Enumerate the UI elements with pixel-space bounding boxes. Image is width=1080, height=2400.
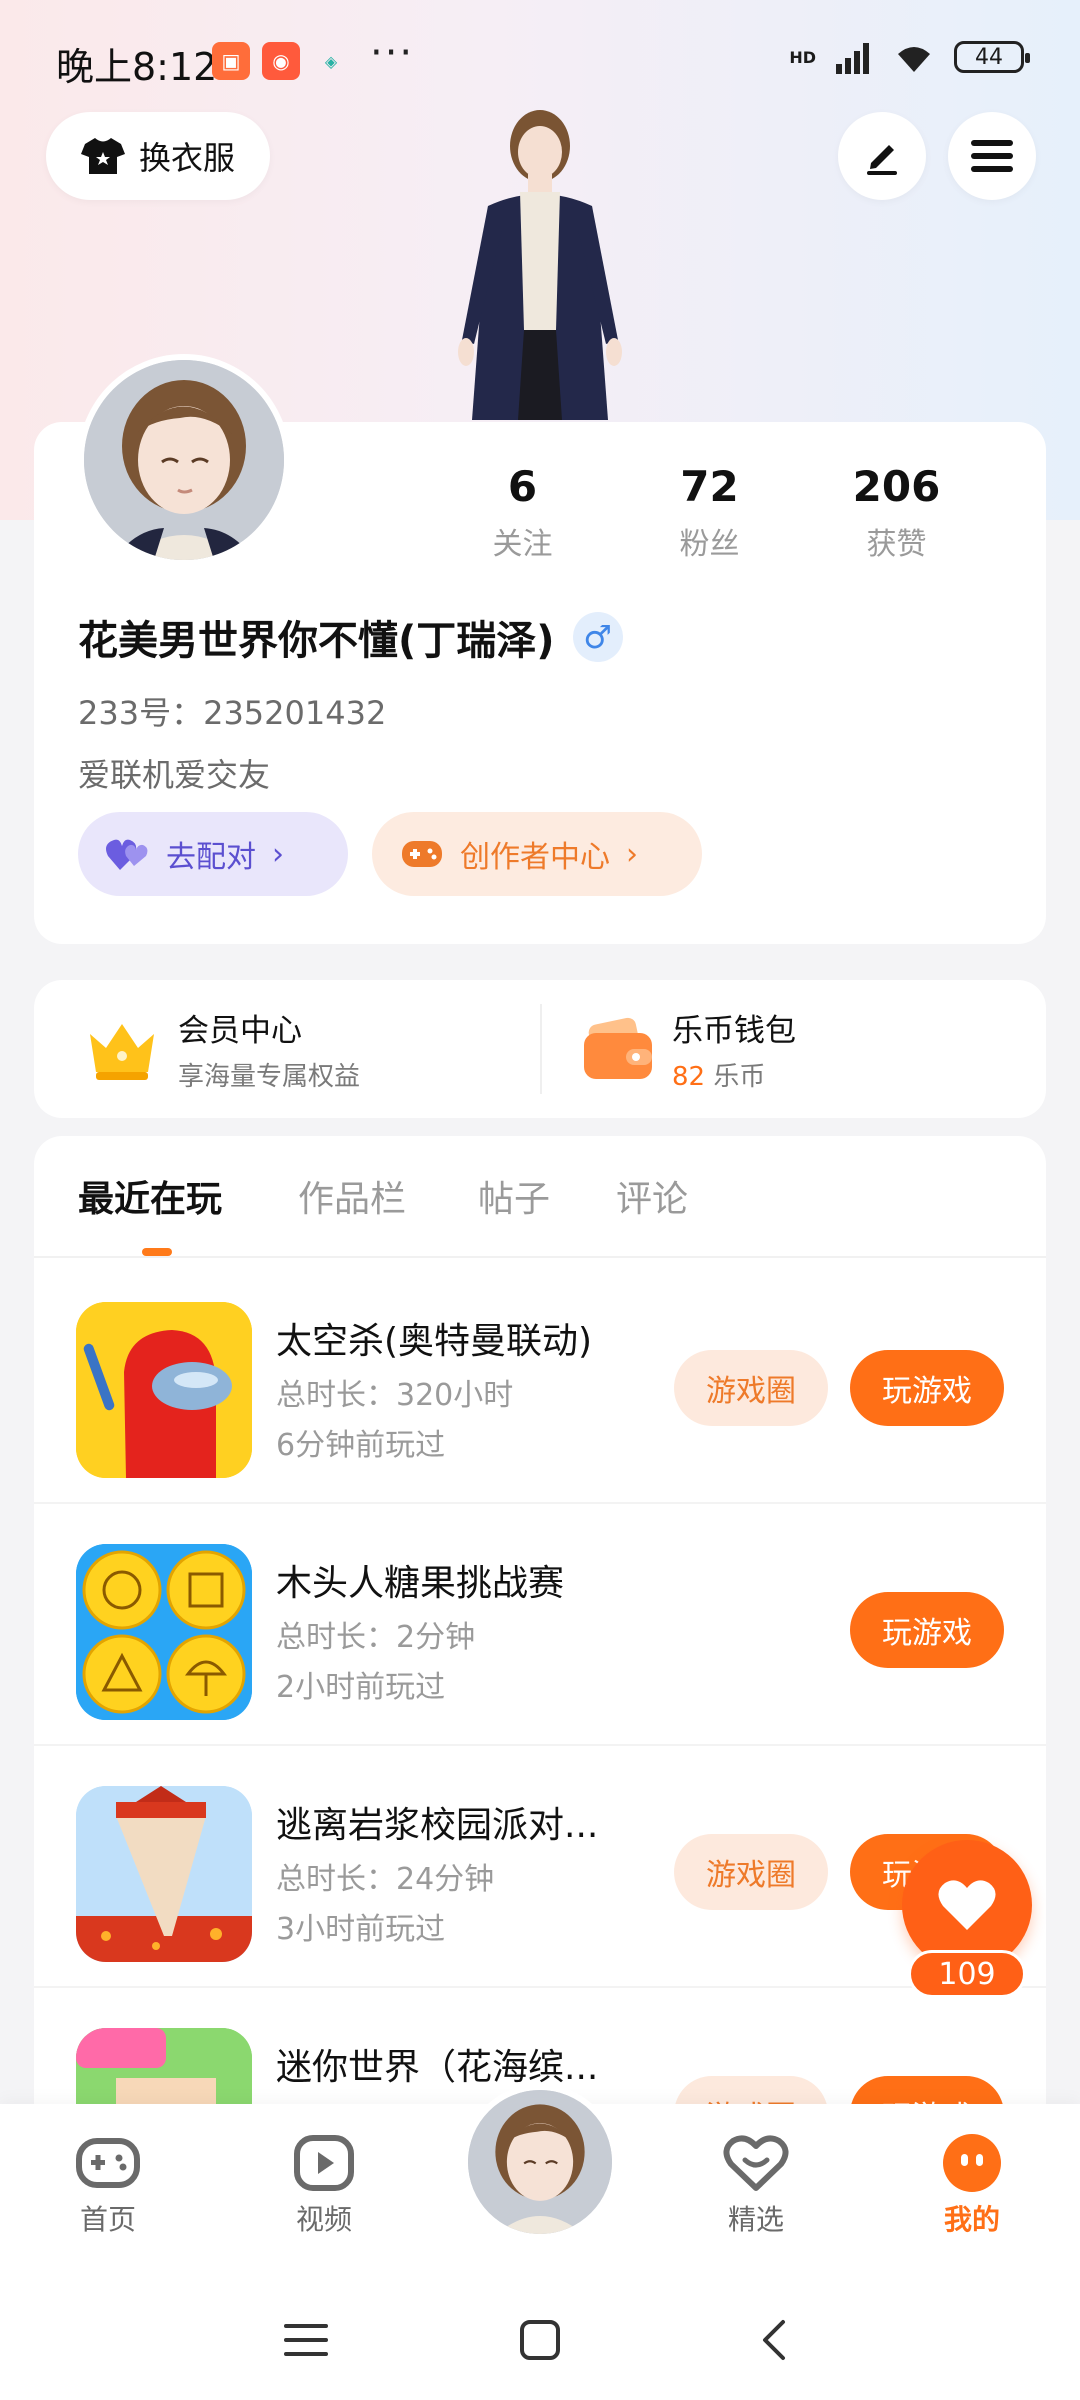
profile-stats: 6 关注 72 粉丝 206 获赞 bbox=[429, 462, 990, 563]
hearts-icon bbox=[106, 839, 148, 870]
network-hd-label: HD bbox=[789, 47, 816, 67]
tab-works[interactable]: 作品栏 bbox=[298, 1170, 406, 1222]
more-notifications-icon: ··· bbox=[370, 30, 415, 76]
active-tab-indicator bbox=[142, 1248, 172, 1256]
game-duration: 总时长：320小时 bbox=[276, 1378, 514, 1413]
tab-comments[interactable]: 评论 bbox=[616, 1170, 688, 1222]
avatar-image bbox=[468, 2090, 612, 2234]
profile-nickname: 花美男世界你不懂(丁瑞泽) ♂ bbox=[78, 608, 623, 666]
game-name: 太空杀(奥特曼联动) bbox=[276, 1321, 593, 1362]
nav-home-label: 首页 bbox=[79, 2203, 136, 2236]
game-last-played: 2小时前玩过 bbox=[276, 1670, 446, 1705]
tab-recently-played[interactable]: 最近在玩 bbox=[78, 1170, 222, 1222]
user-id: 233号：235201432 bbox=[78, 694, 387, 732]
male-gender-icon: ♂ bbox=[572, 612, 623, 662]
play-game-button[interactable]: 玩游戏 bbox=[850, 1350, 1004, 1426]
divider bbox=[540, 1004, 542, 1094]
match-label: 去配对 bbox=[166, 840, 256, 875]
wallet-balance: 82 乐币 bbox=[672, 1056, 796, 1093]
nav-avatar-button[interactable] bbox=[462, 2084, 618, 2240]
member-center-subtitle: 享海量专属权益 bbox=[178, 1062, 361, 1092]
stat-following[interactable]: 6 关注 bbox=[429, 462, 616, 563]
pen-icon bbox=[867, 145, 897, 175]
nav-featured[interactable]: 精选 bbox=[686, 2128, 826, 2238]
like-count-badge: 109 bbox=[908, 1950, 1026, 1998]
signal-icon bbox=[836, 43, 869, 74]
change-outfit-label: 换衣服 bbox=[138, 139, 235, 177]
game-duration: 总时长：24分钟 bbox=[276, 1862, 495, 1897]
chevron-right-icon: › bbox=[272, 836, 284, 872]
gamepad-icon bbox=[402, 841, 442, 867]
wallet-entry[interactable]: 乐币钱包 82 乐币 bbox=[582, 980, 796, 1118]
avatar-image bbox=[84, 360, 284, 560]
nav-video-label: 视频 bbox=[295, 2203, 352, 2236]
member-wallet-card: 会员中心 享海量专属权益 乐币钱包 82 乐币 bbox=[34, 980, 1046, 1118]
wallet-amount: 82 bbox=[672, 1062, 706, 1092]
system-navigation-bar bbox=[0, 2274, 1080, 2400]
nav-mine-label: 我的 bbox=[943, 2203, 1000, 2236]
recent-apps-button[interactable] bbox=[276, 2310, 336, 2370]
heart-icon bbox=[938, 1880, 996, 1930]
notification-app-icon: ◈ bbox=[324, 51, 338, 71]
stat-likes[interactable]: 206 获赞 bbox=[803, 462, 990, 563]
user-bio: 爱联机爱交友 bbox=[78, 756, 271, 794]
stat-followers[interactable]: 72 粉丝 bbox=[616, 462, 803, 563]
video-play-icon bbox=[294, 2135, 354, 2191]
game-circle-button[interactable]: 游戏圈 bbox=[674, 1350, 828, 1426]
nav-home[interactable]: 首页 bbox=[38, 2128, 178, 2238]
creator-center-button[interactable]: 创作者中心 › bbox=[372, 812, 702, 896]
menu-lines-icon bbox=[284, 2324, 328, 2356]
back-chevron-icon bbox=[763, 2320, 785, 2360]
status-time: 晚上8:12 bbox=[56, 45, 218, 89]
game-icon-candy-challenge bbox=[76, 1544, 252, 1720]
play-game-button[interactable]: 玩游戏 bbox=[850, 1592, 1004, 1668]
avatar-character-figure bbox=[458, 110, 622, 420]
wifi-icon bbox=[898, 47, 930, 72]
home-button[interactable] bbox=[510, 2310, 570, 2370]
game-circle-button[interactable]: 游戏圈 bbox=[674, 1834, 828, 1910]
nav-video[interactable]: 视频 bbox=[254, 2128, 394, 2238]
member-center-entry[interactable]: 会员中心 享海量专属权益 bbox=[84, 980, 360, 1118]
nav-featured-label: 精选 bbox=[727, 2203, 784, 2236]
nav-mine[interactable]: 我的 bbox=[902, 2128, 1042, 2238]
square-home-icon bbox=[520, 2320, 560, 2360]
wallet-unit: 乐币 bbox=[713, 1062, 766, 1092]
game-name: 木头人糖果挑战赛 bbox=[276, 1563, 565, 1604]
game-row[interactable]: 逃离岩浆校园派对... 总时长：24分钟 3小时前玩过 游戏圈 玩游戏 bbox=[34, 1742, 1046, 1988]
change-outfit-button[interactable]: 换衣服 bbox=[46, 112, 270, 200]
game-row[interactable]: 太空杀(奥特曼联动) 总时长：320小时 6分钟前玩过 游戏圈 玩游戏 bbox=[34, 1258, 1046, 1504]
content-tabs-card: 最近在玩 作品栏 帖子 评论 太空杀(奥特曼联动) 总时长：320小时 6分钟前… bbox=[34, 1136, 1046, 2204]
game-row[interactable]: 木头人糖果挑战赛 总时长：2分钟 2小时前玩过 玩游戏 bbox=[34, 1500, 1046, 1746]
heart-outline-icon bbox=[723, 2135, 789, 2191]
tab-posts[interactable]: 帖子 bbox=[478, 1170, 550, 1222]
game-last-played: 6分钟前玩过 bbox=[276, 1428, 446, 1463]
wallet-title: 乐币钱包 bbox=[672, 1013, 796, 1049]
gamepad-nav-icon bbox=[76, 2138, 140, 2188]
game-duration: 总时长：2分钟 bbox=[276, 1620, 476, 1655]
menu-button[interactable] bbox=[948, 112, 1036, 200]
tshirt-icon bbox=[80, 138, 125, 174]
profile-avatar[interactable] bbox=[78, 354, 290, 566]
game-icon-among-us bbox=[76, 1302, 252, 1478]
profile-face-icon bbox=[943, 2134, 1001, 2192]
edit-button[interactable] bbox=[838, 112, 926, 200]
notification-app-icon: ▣ bbox=[212, 42, 250, 80]
game-name: 逃离岩浆校园派对... bbox=[276, 1805, 599, 1846]
tab-bar: 最近在玩 作品栏 帖子 评论 bbox=[34, 1136, 1046, 1258]
wallet-icon bbox=[584, 1017, 652, 1079]
member-center-title: 会员中心 bbox=[178, 1013, 302, 1049]
creator-center-label: 创作者中心 bbox=[460, 840, 610, 875]
chevron-right-icon: › bbox=[626, 836, 638, 872]
game-icon-lava-escape bbox=[76, 1786, 252, 1962]
nickname-text: 花美男世界你不懂(丁瑞泽) bbox=[78, 618, 555, 664]
hamburger-menu-icon bbox=[971, 140, 1013, 172]
game-last-played: 3小时前玩过 bbox=[276, 1912, 446, 1947]
game-name: 迷你世界（花海缤... bbox=[276, 2047, 599, 2088]
battery-icon: 44 bbox=[954, 41, 1030, 73]
notification-app-icon: ◉ bbox=[262, 42, 300, 80]
back-button[interactable] bbox=[744, 2310, 804, 2370]
match-button[interactable]: 去配对 › bbox=[78, 812, 348, 896]
crown-icon bbox=[90, 1024, 154, 1080]
